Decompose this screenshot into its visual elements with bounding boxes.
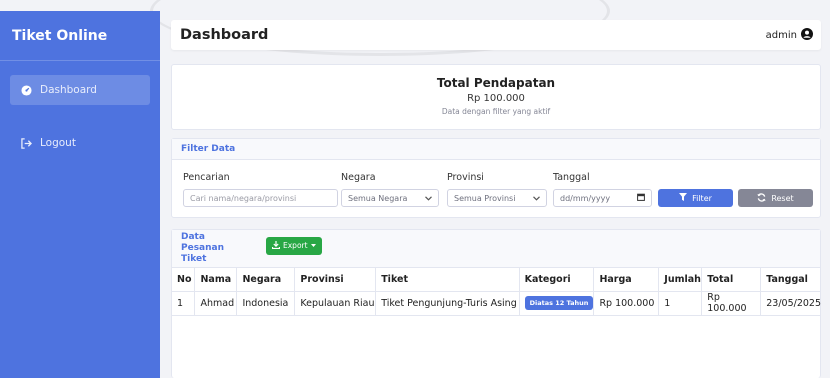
chevron-down-icon (425, 194, 432, 203)
user-menu[interactable]: admin (765, 27, 813, 43)
sidebar-item-label: Dashboard (40, 84, 97, 96)
refresh-icon (757, 192, 766, 204)
brand-title: Tiket Online (0, 11, 160, 61)
orders-title: Data Pesanan Tiket (181, 232, 225, 264)
column-header: Provinsi (294, 268, 377, 292)
export-button[interactable]: Export (266, 236, 322, 255)
negara-select[interactable]: Semua Negara (341, 189, 439, 207)
sidebar: Tiket Online Dashboard Logout (0, 11, 160, 378)
orders-card: Data Pesanan Tiket Export No Nama Negara… (171, 229, 821, 378)
chevron-down-icon (533, 194, 540, 203)
sidebar-item-logout[interactable]: Logout (10, 128, 150, 158)
column-header: Kategori (519, 268, 595, 292)
cell-harga: Rp 100.000 (593, 291, 660, 316)
provinsi-select[interactable]: Semua Provinsi (447, 189, 547, 207)
table-header-row: No Nama Negara Provinsi Tiket Kategori H… (172, 268, 821, 292)
revenue-amount: Rp 100.000 (467, 93, 525, 104)
user-name: admin (765, 29, 797, 41)
filter-title: Filter Data (172, 139, 820, 160)
caret-down-icon (310, 241, 316, 250)
user-avatar-icon (801, 27, 813, 43)
reset-button[interactable]: Reset (738, 189, 813, 207)
table-row: 1 Ahmad Indonesia Kepulauan Riau Tiket P… (172, 291, 821, 316)
revenue-note: Data dengan filter yang aktif (441, 107, 551, 116)
orders-header: Data Pesanan Tiket Export (172, 230, 820, 268)
cell-negara: Indonesia (236, 291, 296, 316)
cell-jumlah: 1 (658, 291, 703, 316)
tanggal-input[interactable]: dd/mm/yyyy (553, 189, 652, 207)
column-header: Negara (236, 268, 296, 292)
dashboard-icon (20, 84, 32, 96)
category-badge: Diatas 12 Tahun (524, 296, 594, 310)
cell-nama: Ahmad (194, 291, 238, 316)
negara-label: Negara (341, 172, 376, 183)
cell-provinsi: Kepulauan Riau (294, 291, 377, 316)
tanggal-label: Tanggal (553, 172, 590, 183)
cell-tanggal: 23/05/2025 (760, 291, 821, 316)
cell-tiket: Tiket Pengunjung-Turis Asing (375, 291, 520, 316)
sidebar-item-dashboard[interactable]: Dashboard (10, 75, 150, 105)
orders-table: No Nama Negara Provinsi Tiket Kategori H… (172, 268, 821, 316)
topbar: Dashboard admin (171, 20, 821, 50)
search-label: Pencarian (183, 172, 230, 183)
revenue-card: Total Pendapatan Rp 100.000 Data dengan … (171, 64, 821, 130)
logout-icon (20, 137, 32, 149)
filter-button[interactable]: Filter (658, 189, 733, 207)
search-input[interactable]: Cari nama/negara/provinsi (183, 189, 338, 207)
revenue-title: Total Pendapatan (436, 76, 556, 90)
column-header: Nama (194, 268, 238, 292)
column-header: No (172, 268, 196, 292)
filter-card: Filter Data Pencarian Cari nama/negara/p… (171, 138, 821, 218)
cell-no: 1 (172, 291, 196, 316)
column-header: Harga (593, 268, 660, 292)
calendar-icon (637, 193, 645, 203)
cell-kategori: Diatas 12 Tahun (519, 291, 595, 316)
filter-icon (679, 193, 688, 203)
column-header: Jumlah (658, 268, 703, 292)
provinsi-label: Provinsi (447, 172, 484, 183)
sidebar-item-label: Logout (40, 137, 76, 149)
column-header: Tiket (375, 268, 520, 292)
column-header: Total (701, 268, 762, 292)
page-title: Dashboard (180, 27, 269, 43)
column-header: Tanggal (760, 268, 821, 292)
download-icon (271, 240, 281, 251)
cell-total: Rp 100.000 (701, 291, 762, 316)
